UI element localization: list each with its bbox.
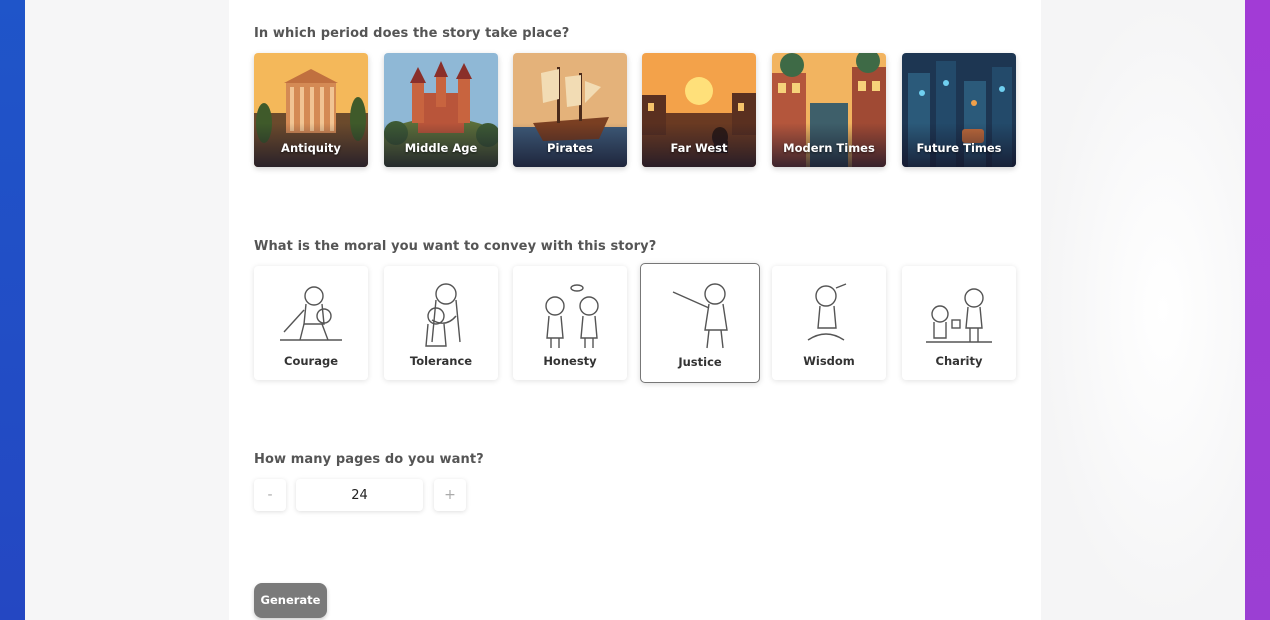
- period-option-label: Far West: [670, 141, 728, 155]
- sharing-children-sketch-icon: [926, 288, 992, 343]
- period-option-middle-age[interactable]: Middle Age: [384, 53, 498, 167]
- right-background: [1041, 0, 1245, 620]
- knight-child-sketch-icon: [280, 286, 342, 341]
- period-option-far-west[interactable]: Far West: [642, 53, 756, 167]
- decrement-pages-button[interactable]: -: [254, 479, 286, 511]
- pages-count-input[interactable]: [296, 479, 423, 511]
- right-edge-bar: [1245, 0, 1270, 620]
- moral-option-label: Honesty: [543, 354, 597, 368]
- period-option-future-times[interactable]: Future Times: [902, 53, 1016, 167]
- moral-option-courage[interactable]: Courage: [254, 266, 368, 380]
- period-question: In which period does the story take plac…: [254, 26, 570, 41]
- pointing-child-sketch-icon: [672, 283, 728, 349]
- period-option-antiquity[interactable]: Antiquity: [254, 53, 368, 167]
- two-children-sketch-icon: [545, 284, 599, 348]
- period-option-label: Future Times: [916, 141, 1002, 155]
- period-option-label: Antiquity: [281, 141, 341, 155]
- increment-pages-button[interactable]: +: [434, 479, 466, 511]
- hugging-children-sketch-icon: [425, 283, 461, 347]
- left-edge-bar: [0, 0, 25, 620]
- moral-option-label: Tolerance: [409, 354, 473, 368]
- moral-option-tolerance[interactable]: Tolerance: [384, 266, 498, 380]
- period-option-label: Pirates: [547, 141, 593, 155]
- moral-option-label: Charity: [935, 354, 983, 368]
- moral-option-justice[interactable]: Justice: [640, 263, 760, 383]
- moral-option-honesty[interactable]: Honesty: [513, 266, 627, 380]
- sitting-child-sketch-icon: [807, 283, 847, 341]
- period-option-label: Modern Times: [783, 141, 875, 155]
- moral-option-charity[interactable]: Charity: [902, 266, 1016, 380]
- generate-button[interactable]: Generate: [254, 583, 327, 618]
- moral-option-label: Courage: [284, 354, 338, 368]
- moral-option-wisdom[interactable]: Wisdom: [772, 266, 886, 380]
- left-background: [25, 0, 229, 620]
- moral-question: What is the moral you want to convey wit…: [254, 239, 657, 254]
- period-option-pirates[interactable]: Pirates: [513, 53, 627, 167]
- pages-question: How many pages do you want?: [254, 452, 484, 467]
- period-option-label: Middle Age: [404, 141, 478, 155]
- period-option-modern-times[interactable]: Modern Times: [772, 53, 886, 167]
- moral-option-label: Wisdom: [803, 354, 855, 368]
- moral-option-label: Justice: [678, 355, 722, 369]
